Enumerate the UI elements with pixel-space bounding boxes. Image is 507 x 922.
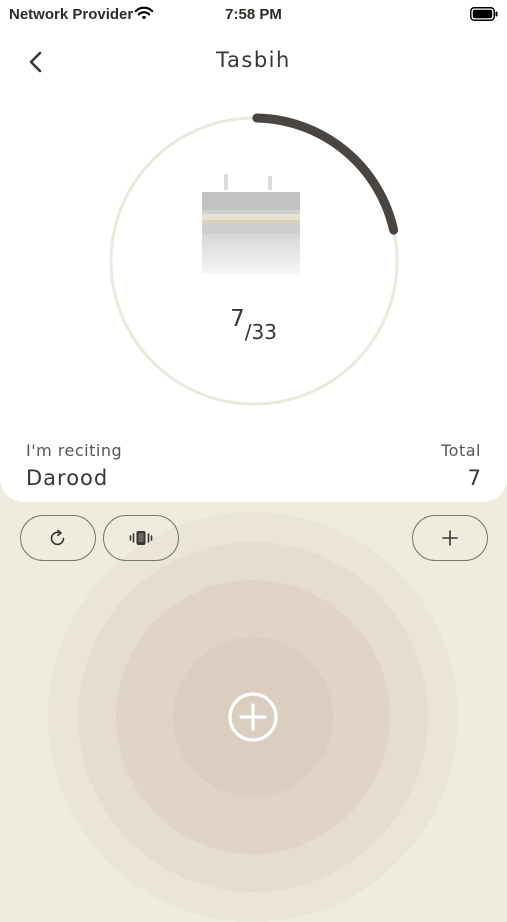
total-value: 7 [467, 466, 481, 490]
counter-target: 33 [251, 320, 277, 344]
vibrate-button[interactable] [103, 515, 179, 561]
tap-plus-button[interactable] [226, 690, 280, 744]
kaaba-image [198, 174, 304, 284]
status-bar: Network Provider 7:58 PM [0, 0, 507, 30]
total-label: Total [441, 441, 481, 460]
vibrate-icon [129, 531, 153, 545]
plus-circle-icon [228, 692, 278, 742]
reciting-value[interactable]: Darood [26, 466, 108, 490]
clock: 7:58 PM [225, 6, 282, 23]
reset-button[interactable] [20, 515, 96, 561]
refresh-icon [50, 529, 65, 546]
plus-icon [442, 530, 458, 546]
counter-current: 7 [230, 306, 245, 332]
counter: 7/33 [0, 306, 507, 344]
add-counter-button[interactable] [412, 515, 488, 561]
battery-icon [470, 7, 498, 21]
page-title: Tasbih [216, 48, 291, 72]
reciting-label: I'm reciting [26, 441, 123, 460]
